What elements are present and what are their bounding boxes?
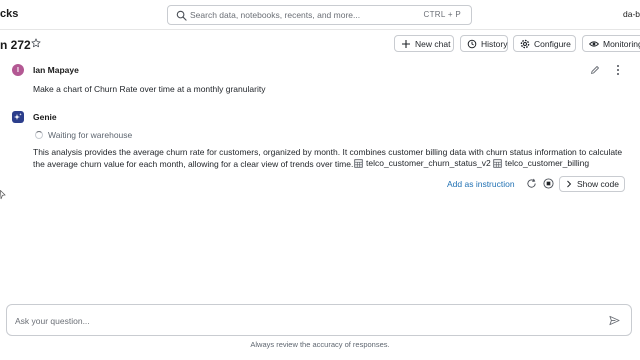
eye-icon [589, 40, 599, 47]
search-shortcut: CTRL + P [423, 10, 461, 19]
chevron-right-icon [567, 180, 572, 188]
search-icon [176, 10, 187, 21]
loading-spinner-icon [35, 131, 43, 139]
brand-logo-text[interactable]: cks [0, 8, 18, 20]
cursor-icon [0, 190, 6, 200]
table-icon [354, 158, 363, 168]
table-icon [493, 158, 502, 168]
star-icon[interactable] [31, 38, 41, 48]
genie-status: Waiting for warehouse [48, 130, 133, 140]
new-chat-button[interactable]: New chat [394, 35, 454, 52]
top-bar: cks Search data, notebooks, recents, and… [0, 0, 640, 30]
user-message-text: Make a chart of Churn Rate over time at … [33, 84, 266, 94]
question-composer [6, 304, 632, 336]
genie-description-line1: This analysis provides the average churn… [33, 147, 623, 157]
show-code-button[interactable]: Show code [559, 176, 625, 192]
kebab-icon[interactable] [614, 64, 622, 76]
user-avatar: I [12, 64, 24, 76]
genie-actions: Add as instruction Show code [0, 175, 640, 193]
table-chip-label: telco_customer_churn_status_v2 [366, 158, 491, 168]
search-placeholder: Search data, notebooks, recents, and mor… [190, 10, 361, 20]
plus-icon [402, 39, 410, 48]
user-name: Ian Mapaye [33, 65, 79, 75]
genie-avatar [12, 111, 24, 123]
configure-button[interactable]: Configure [513, 35, 576, 52]
pencil-icon[interactable] [590, 65, 600, 75]
table-chip-churn-status[interactable]: telco_customer_churn_status_v2 [354, 158, 491, 168]
sparkle-icon [14, 113, 22, 120]
global-search[interactable]: Search data, notebooks, recents, and mor… [167, 5, 472, 25]
history-icon [467, 39, 477, 48]
workspace-switcher[interactable]: da-b [623, 9, 640, 19]
question-input[interactable] [15, 313, 585, 329]
genie-name: Genie [33, 112, 57, 122]
title-bar: n 272 New chat History Configure Monitor… [0, 30, 640, 58]
table-chip-label: telco_customer_billing [505, 158, 590, 168]
configure-label: Configure [534, 38, 571, 49]
genie-description-line2: the average churn value for each month, … [33, 159, 354, 169]
history-label: History [481, 38, 508, 49]
page-title: n 272 [0, 38, 31, 52]
stop-icon[interactable] [543, 178, 554, 189]
accuracy-disclaimer: Always review the accuracy of responses. [250, 340, 390, 349]
gear-icon [520, 39, 530, 48]
show-code-label: Show code [576, 179, 619, 189]
monitoring-button[interactable]: Monitoring [582, 35, 640, 52]
refresh-icon[interactable] [526, 178, 537, 189]
add-as-instruction-link[interactable]: Add as instruction [447, 179, 515, 189]
monitoring-label: Monitoring [603, 38, 640, 49]
history-button[interactable]: History [460, 35, 508, 52]
send-icon[interactable] [609, 315, 620, 326]
new-chat-label: New chat [415, 38, 451, 49]
table-chip-billing[interactable]: telco_customer_billing [493, 158, 589, 168]
